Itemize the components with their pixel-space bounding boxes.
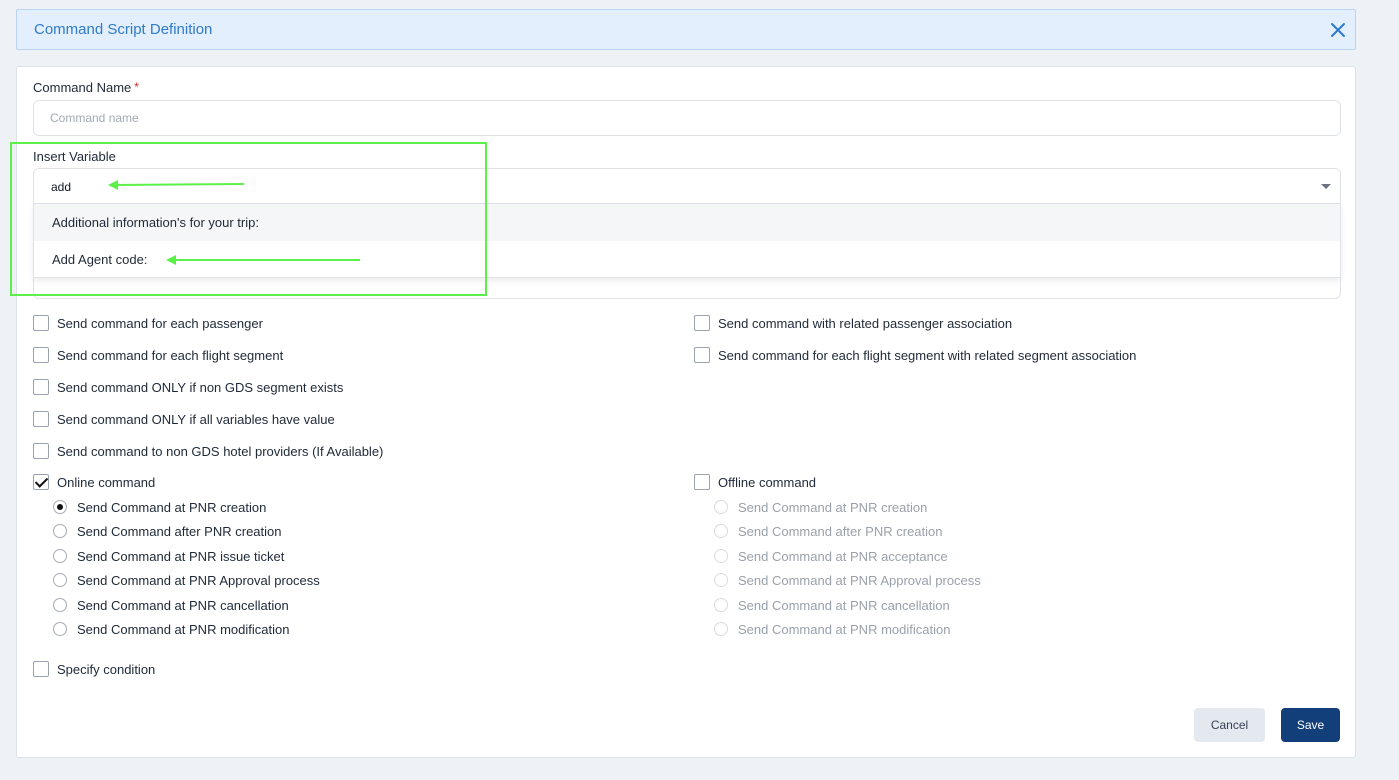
checkbox-segment-association[interactable]: Send command for each flight segment wit… xyxy=(694,346,1136,364)
radio[interactable] xyxy=(53,573,67,587)
dialog-header: Command Script Definition xyxy=(16,9,1356,50)
radio-offline-option: Send Command at PNR Approval process xyxy=(714,572,981,588)
checkbox[interactable] xyxy=(33,411,49,427)
radio-disabled xyxy=(714,598,728,612)
chevron-down-icon[interactable] xyxy=(1321,184,1331,189)
checkbox[interactable] xyxy=(694,315,710,331)
checkbox-specify-condition[interactable]: Specify condition xyxy=(33,660,155,678)
checkbox[interactable] xyxy=(33,379,49,395)
checkbox[interactable] xyxy=(694,347,710,363)
cancel-button[interactable]: Cancel xyxy=(1194,708,1265,742)
radio-disabled xyxy=(714,500,728,514)
dropdown-option[interactable]: Additional information's for your trip: xyxy=(34,204,1340,241)
radio-online-option[interactable]: Send Command at PNR cancellation xyxy=(53,597,289,613)
required-mark: * xyxy=(134,80,139,94)
insert-variable-select[interactable]: add xyxy=(33,168,1341,204)
checkbox[interactable] xyxy=(33,315,49,331)
radio-online-option[interactable]: Send Command at PNR issue ticket xyxy=(53,548,284,564)
radio[interactable] xyxy=(53,622,67,636)
checkbox[interactable] xyxy=(33,347,49,363)
checkbox[interactable] xyxy=(694,474,710,490)
checkbox-offline-command[interactable]: Offline command xyxy=(694,473,816,491)
close-icon[interactable] xyxy=(1329,21,1347,39)
checkbox-each-flight-segment[interactable]: Send command for each flight segment xyxy=(33,346,283,364)
variable-dropdown: Additional information's for your trip: … xyxy=(33,204,1341,278)
checkbox-all-variables[interactable]: Send command ONLY if all variables have … xyxy=(33,410,335,428)
variable-search-value[interactable]: add xyxy=(51,180,71,194)
checkbox[interactable] xyxy=(33,443,49,459)
command-name-label: Command Name * xyxy=(33,80,139,95)
checkbox-checked[interactable] xyxy=(33,474,49,490)
radio[interactable] xyxy=(53,549,67,563)
dropdown-option[interactable]: Add Agent code: xyxy=(34,241,1340,278)
radio-offline-option: Send Command at PNR cancellation xyxy=(714,597,950,613)
radio-offline-option: Send Command after PNR creation xyxy=(714,523,942,539)
radio[interactable] xyxy=(53,598,67,612)
radio-online-option[interactable]: Send Command after PNR creation xyxy=(53,523,281,539)
checkbox-non-gds-hotel[interactable]: Send command to non GDS hotel providers … xyxy=(33,442,383,460)
checkbox-each-passenger[interactable]: Send command for each passenger xyxy=(33,314,263,332)
checkbox[interactable] xyxy=(33,661,49,677)
radio[interactable] xyxy=(53,524,67,538)
dialog-title: Command Script Definition xyxy=(34,21,213,38)
checkbox-non-gds-segment[interactable]: Send command ONLY if non GDS segment exi… xyxy=(33,378,343,396)
radio-disabled xyxy=(714,622,728,636)
radio-online-option[interactable]: Send Command at PNR creation xyxy=(53,499,266,515)
form-card: Command Name* Insert Variable add Additi… xyxy=(16,66,1356,758)
command-name-input[interactable] xyxy=(33,100,1341,136)
radio-offline-option: Send Command at PNR acceptance xyxy=(714,548,948,564)
checkbox-passenger-association[interactable]: Send command with related passenger asso… xyxy=(694,314,1012,332)
checkbox-online-command[interactable]: Online command xyxy=(33,473,155,491)
insert-variable-label: Insert Variable xyxy=(33,149,116,164)
radio-offline-option: Send Command at PNR modification xyxy=(714,621,950,637)
radio-online-option[interactable]: Send Command at PNR Approval process xyxy=(53,572,320,588)
radio-online-option[interactable]: Send Command at PNR modification xyxy=(53,621,289,637)
radio-disabled xyxy=(714,573,728,587)
radio-offline-option: Send Command at PNR creation xyxy=(714,499,927,515)
radio-disabled xyxy=(714,549,728,563)
radio-disabled xyxy=(714,524,728,538)
radio-selected[interactable] xyxy=(53,500,67,514)
save-button[interactable]: Save xyxy=(1281,708,1340,742)
